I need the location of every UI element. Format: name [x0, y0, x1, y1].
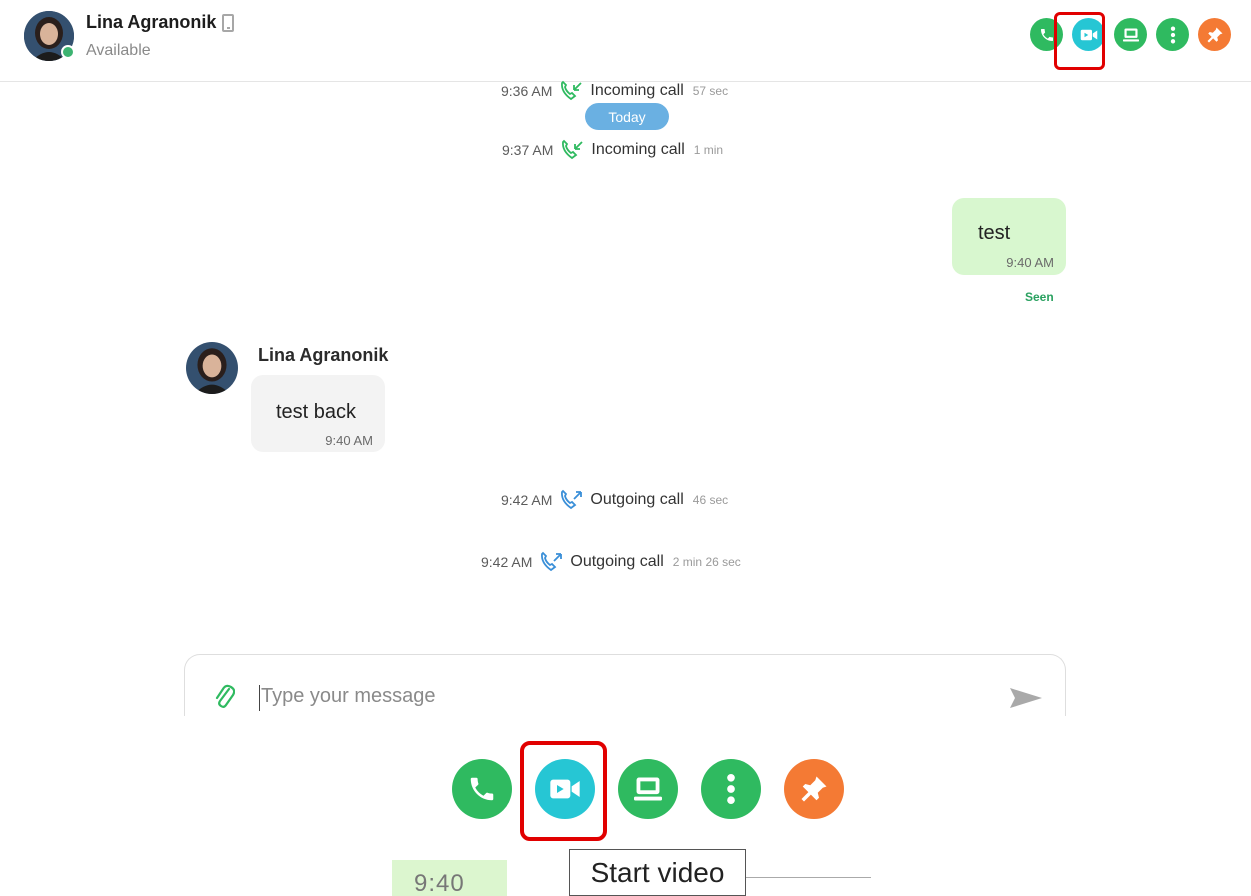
- call-log-entry: 9:42 AM Outgoing call 2 min 26 sec: [481, 551, 741, 573]
- zoomed-audio-call-button[interactable]: [452, 759, 512, 819]
- message-text: test: [978, 222, 1011, 244]
- pin-icon: [801, 776, 827, 802]
- presence-available-dot: [61, 45, 75, 59]
- date-separator: Today: [585, 103, 669, 130]
- mobile-device-icon: [222, 13, 235, 32]
- call-label: Outgoing call: [570, 553, 664, 570]
- call-label: Incoming call: [590, 82, 684, 99]
- call-duration: 1 min: [693, 143, 724, 157]
- call-time: 9:42 AM: [501, 492, 553, 508]
- send-arrow-icon: [1010, 688, 1042, 708]
- phone-icon: [1040, 28, 1053, 41]
- zoomed-message-time-fragment: 9:40 AM: [392, 860, 507, 896]
- more-options-button[interactable]: [1156, 18, 1189, 51]
- send-button[interactable]: [1009, 685, 1043, 715]
- message-input[interactable]: [261, 685, 981, 708]
- paperclip-icon: [215, 684, 236, 708]
- call-label: Outgoing call: [590, 491, 684, 508]
- share-screen-button[interactable]: [1114, 18, 1147, 51]
- outgoing-call-icon: [541, 551, 563, 572]
- sender-avatar[interactable]: [186, 342, 238, 394]
- call-log-entry: 9:36 AM Incoming call 57 sec: [501, 80, 728, 102]
- contact-avatar[interactable]: [24, 11, 75, 61]
- contact-name-text: Lina Agranonik: [86, 12, 217, 32]
- contact-status: Available: [86, 42, 151, 59]
- screen-share-icon: [634, 777, 662, 801]
- conversation-header: Lina Agranonik Available: [0, 0, 1251, 82]
- outgoing-message-bubble[interactable]: test 9:40 AM: [952, 198, 1066, 275]
- contact-name[interactable]: Lina Agranonik: [86, 12, 235, 33]
- text-caret: [259, 685, 260, 711]
- outgoing-call-icon: [561, 489, 583, 510]
- call-duration: 57 sec: [692, 84, 729, 98]
- zoomed-pin-button[interactable]: [784, 759, 844, 819]
- vertical-dots-icon: [727, 773, 735, 805]
- screen-share-icon: [1122, 27, 1139, 42]
- highlight-box-video-button: [1054, 12, 1105, 70]
- call-time: 9:37 AM: [502, 142, 554, 158]
- call-log-entry: 9:42 AM Outgoing call 46 sec: [501, 489, 728, 511]
- zoomed-more-options-button[interactable]: [701, 759, 761, 819]
- incoming-call-icon: [561, 80, 583, 101]
- incoming-call-icon: [562, 139, 584, 160]
- sender-name: Lina Agranonik: [258, 345, 389, 365]
- incoming-message-bubble[interactable]: test back 9:40 AM: [251, 375, 385, 452]
- pin-icon: [1207, 27, 1222, 42]
- read-receipt: Seen: [1025, 290, 1054, 304]
- tooltip-divider: [746, 877, 871, 878]
- start-video-tooltip: Start video: [569, 849, 746, 896]
- message-time: 9:40 AM: [325, 433, 373, 448]
- message-time: 9:40 AM: [1006, 255, 1054, 270]
- zoomed-time-text: 9:40 AM: [414, 870, 465, 896]
- call-log-entry: 9:37 AM Incoming call 1 min: [502, 139, 723, 161]
- call-time: 9:42 AM: [481, 554, 533, 570]
- call-duration: 46 sec: [692, 493, 729, 507]
- pin-button[interactable]: [1198, 18, 1231, 51]
- highlight-box-zoomed-video-button: [520, 741, 607, 841]
- message-text: test back: [276, 401, 357, 423]
- chat-window: Lina Agranonik Available 9:36 AM Incomin…: [0, 0, 1251, 896]
- zoomed-header-actions: [452, 759, 844, 819]
- call-duration: 2 min 26 sec: [672, 555, 741, 569]
- attach-button[interactable]: [213, 683, 236, 715]
- message-composer: [184, 654, 1066, 716]
- vertical-dots-icon: [1170, 26, 1175, 43]
- phone-icon: [470, 777, 494, 801]
- call-time: 9:36 AM: [501, 83, 553, 99]
- zoomed-share-screen-button[interactable]: [618, 759, 678, 819]
- call-label: Incoming call: [591, 141, 685, 158]
